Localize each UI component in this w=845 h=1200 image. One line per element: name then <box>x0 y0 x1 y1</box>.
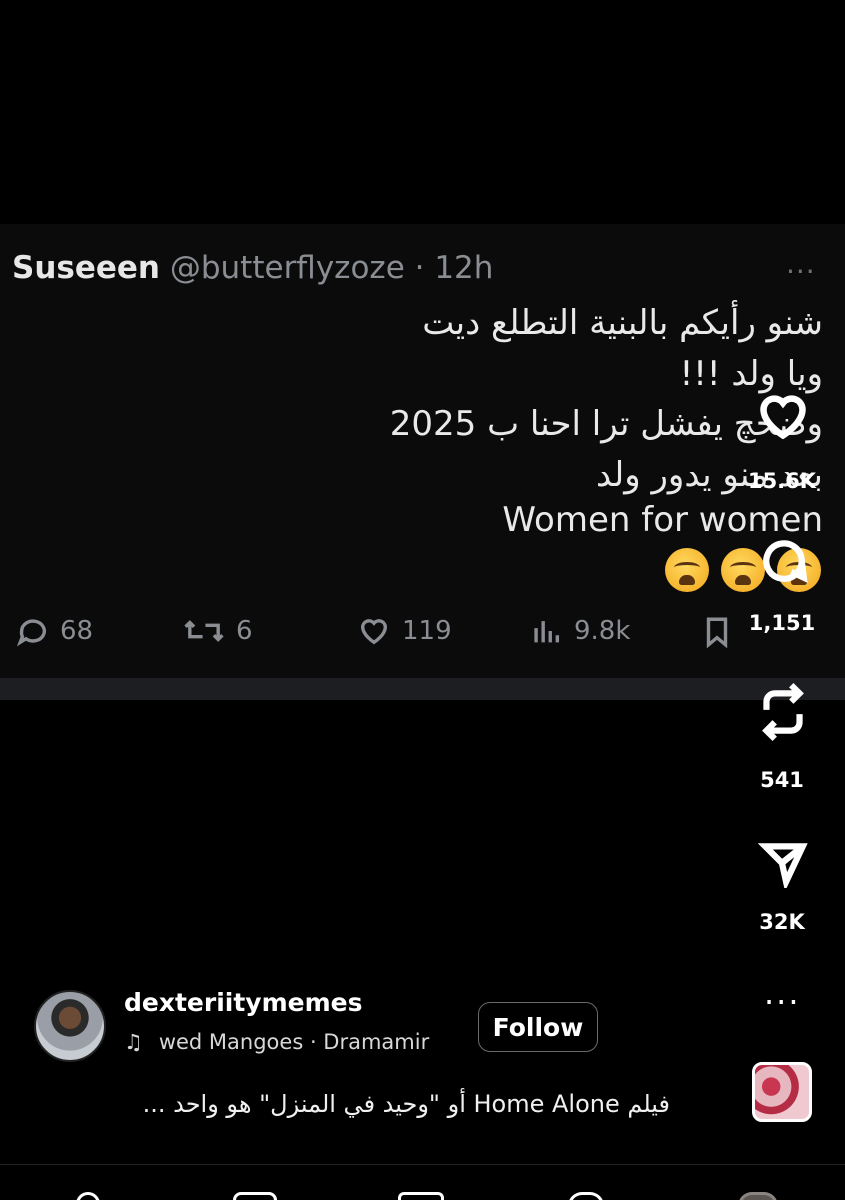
tweet-likes: 119 <box>356 614 452 648</box>
tweet-replies-count: 68 <box>60 616 94 646</box>
tweet-views-count: 9.8k <box>574 616 631 646</box>
repost-icon <box>184 620 224 642</box>
tweet-views: 9.8k <box>528 614 630 648</box>
heart-icon <box>760 395 806 440</box>
audio-thumbnail[interactable] <box>752 1062 812 1122</box>
send-icon <box>757 843 808 892</box>
tweet-display-name: Suseeen <box>12 250 160 286</box>
tweet-screenshot <box>0 224 845 680</box>
tweet-reposts-count: 6 <box>236 616 253 646</box>
tweet-text-line: شنو رأيكم بالبنية التطلع ديت <box>422 303 823 343</box>
tweet-likes-count: 119 <box>402 616 452 646</box>
tweet-text-line: ويا ولد !!! <box>679 354 823 394</box>
tweet-text-line: Women for women <box>502 500 823 540</box>
repost-button[interactable] <box>758 681 808 747</box>
like-count: 15.6K <box>747 469 817 493</box>
views-icon <box>534 621 560 643</box>
tweet-separator <box>0 678 845 700</box>
tweet-handle-time: @butterflyzoze · 12h <box>169 250 494 286</box>
share-button[interactable] <box>757 838 810 892</box>
bookmark-icon <box>706 617 728 649</box>
reply-icon <box>16 619 47 647</box>
follow-button[interactable]: Follow <box>478 1002 598 1052</box>
reel-screen: { "tweet": { "display_name": "Suseeen", … <box>0 0 845 1200</box>
username[interactable]: dexteriitymemes <box>124 988 363 1017</box>
repost-icon <box>762 682 804 742</box>
tweet-heart-icon <box>360 619 388 645</box>
music-info[interactable]: ♫ wed Mangoes · Dramamir <box>124 1030 454 1054</box>
tweet-reposts: 6 <box>182 614 253 648</box>
comment-button[interactable] <box>759 536 809 590</box>
tweet-replies: 68 <box>16 614 93 648</box>
reel-caption[interactable]: فيلم Home Alone أو "وحيد في المنزل" هو و… <box>143 1090 670 1118</box>
music-track: wed Mangoes · Dramamir <box>158 1030 430 1054</box>
like-button[interactable] <box>757 392 809 444</box>
comment-count: 1,151 <box>748 611 816 635</box>
avatar[interactable] <box>34 990 106 1062</box>
share-count: 32K <box>759 910 805 934</box>
messages-icon[interactable] <box>398 1192 444 1200</box>
comment-icon <box>763 540 808 583</box>
reels-icon[interactable] <box>233 1192 277 1200</box>
music-note-icon: ♫ <box>124 1030 143 1054</box>
tweet-more-icon: ··· <box>786 255 816 288</box>
more-options-icon[interactable]: ··· <box>764 983 801 1021</box>
crying-face-icon <box>665 548 709 592</box>
tweet-header: Suseeen @butterflyzoze · 12h <box>12 250 493 286</box>
tweet-bookmark <box>700 614 734 650</box>
repost-count: 541 <box>760 768 804 792</box>
